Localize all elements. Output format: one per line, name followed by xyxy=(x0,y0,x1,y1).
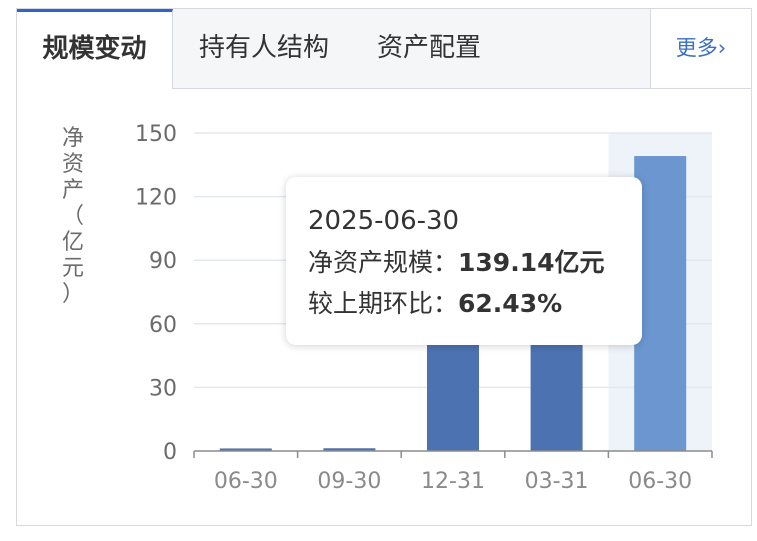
tooltip-date: 2025-06-30 xyxy=(308,206,460,236)
y-tick-label: 150 xyxy=(135,122,177,147)
y-axis-label-char: 净 xyxy=(62,126,84,151)
x-tick-label: 09-30 xyxy=(317,469,381,494)
y-axis-label-char: 亿 xyxy=(62,230,84,255)
y-tick-label: 90 xyxy=(149,249,177,274)
tooltip-change-value: 62.43% xyxy=(458,289,563,318)
y-axis-label-char: 产 xyxy=(62,178,84,203)
tooltip-row-scale: 净资产规模：139.14亿元 xyxy=(308,242,642,283)
tooltip-scale-value: 139.14亿元 xyxy=(458,248,605,277)
y-axis-label-char: ） xyxy=(62,282,84,307)
x-tick-label: 06-30 xyxy=(214,469,278,494)
y-tick-label: 120 xyxy=(135,186,177,211)
x-tick-label: 03-31 xyxy=(525,469,589,494)
x-tick-label: 12-31 xyxy=(421,469,485,494)
y-tick-label: 30 xyxy=(149,376,177,401)
y-tick-label: 60 xyxy=(149,313,177,338)
tooltip-row-change: 较上期环比：62.43% xyxy=(308,283,642,324)
chart-tooltip: 2025-06-30 净资产规模：139.14亿元 较上期环比：62.43% xyxy=(286,177,642,345)
tooltip-change-label: 较上期环比： xyxy=(308,289,459,318)
y-axis-label-char: 元 xyxy=(62,256,84,281)
tooltip-scale-label: 净资产规模： xyxy=(308,248,459,277)
y-axis-label-char: （ xyxy=(62,204,84,229)
y-axis-label-char: 资 xyxy=(62,152,84,177)
bar xyxy=(427,334,479,451)
x-tick-label: 06-30 xyxy=(628,469,692,494)
bar xyxy=(634,156,687,451)
y-tick-label: 0 xyxy=(163,440,177,465)
